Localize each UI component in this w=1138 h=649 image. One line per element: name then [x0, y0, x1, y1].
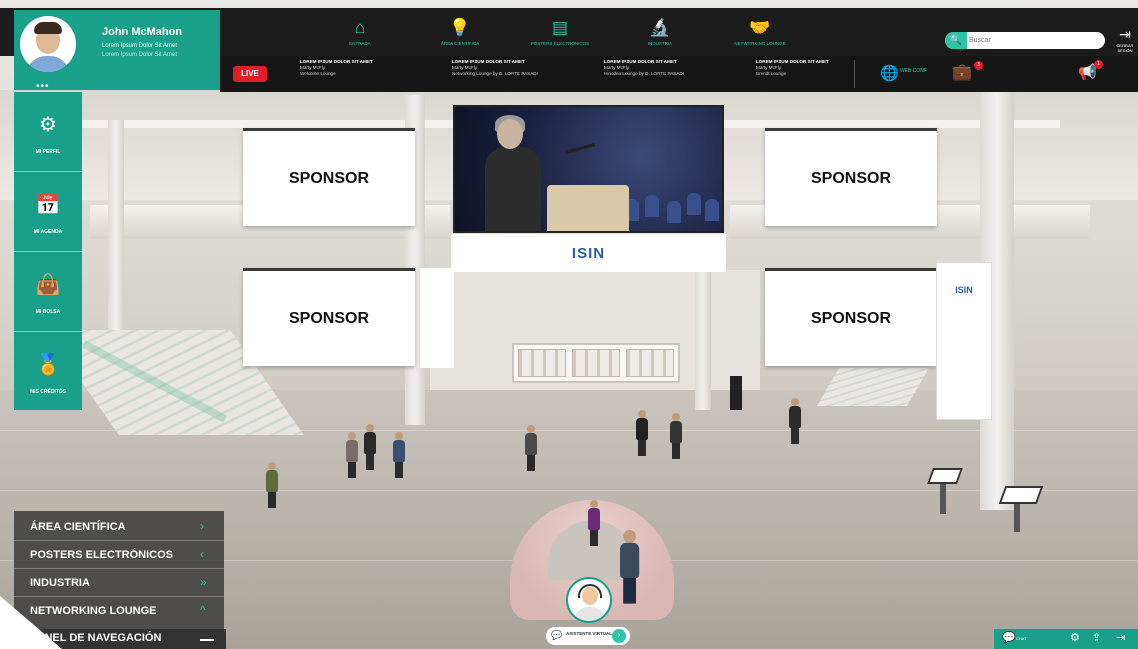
handshake-icon: 🤝: [749, 18, 771, 37]
sponsor-panel-1[interactable]: SPONSOR: [243, 128, 415, 226]
attendee: [393, 432, 405, 478]
chevron-right-icon: ›: [612, 629, 626, 643]
exit-icon[interactable]: ⇥: [1116, 631, 1125, 644]
chat-icon[interactable]: 💬: [1002, 631, 1016, 644]
live-sessions-list: LOREM IPSUM DOLOR SIT AMET Marty McFly W…: [300, 59, 876, 77]
receptionist: [588, 500, 600, 546]
nav-networking[interactable]: 🤝 NETWORKING LOUNGE: [730, 18, 790, 47]
nav-area-cientifica[interactable]: 💡 ÁREA CIENTÍFICA: [430, 18, 490, 47]
nav-panel-item-area-cientifica[interactable]: ÁREA CIENTÍFICA ›: [14, 513, 224, 541]
live-session[interactable]: LOREM IPSUM DOLOR SIT AMET Marty McFly H…: [604, 59, 724, 77]
virtual-assistant-button[interactable]: 💬 ASISTENTE VIRTUAL ›: [546, 627, 630, 645]
chevron-up-icon: ^: [200, 603, 206, 617]
bag-icon: 👜: [35, 274, 61, 296]
megaphone-count-badge: 1: [1094, 60, 1103, 69]
live-session[interactable]: LOREM IPSUM DOLOR SIT AMET Marty McFly W…: [300, 59, 420, 77]
user-subtitle: Lorem Ipsum Dolor Sit Amet: [102, 43, 178, 49]
info-kiosk: [730, 376, 742, 410]
kiosk-screen: [927, 468, 963, 484]
user-name: John McMahon: [102, 26, 183, 38]
sponsor-panel-4[interactable]: SPONSOR: [765, 268, 937, 366]
attendee: [525, 425, 537, 471]
nav-panel-item-industria[interactable]: INDUSTRIA »: [14, 569, 224, 597]
bottom-right-controls: 💬 CHAT ⚙ ⇪ ⇥: [994, 629, 1138, 649]
left-sidebar: ⚙ MI PERFIL 📅 MI AGENDA 👜 MI BOLSA 🏅 MIS…: [14, 92, 82, 410]
entrance-doors: [512, 343, 680, 383]
isin-logo-strip: ISIN: [451, 234, 726, 272]
globe-label: WEB CONF: [900, 68, 927, 74]
attendee: [670, 413, 682, 459]
live-session[interactable]: LOREM IPSUM DOLOR SIT AMET Marty McFly B…: [756, 59, 876, 77]
microscope-icon: 🔬: [649, 18, 671, 37]
more-dots-icon[interactable]: •••: [36, 81, 50, 92]
search-icon[interactable]: 🔍: [945, 32, 967, 49]
calendar-icon: 📅: [35, 194, 61, 216]
attendee: [364, 424, 376, 470]
chevron-right-icon: ›: [200, 519, 204, 533]
assistant-icon: 💬: [551, 630, 563, 640]
bag-count-badge: 3: [974, 61, 983, 70]
credits-icon: 🏅: [35, 354, 61, 376]
briefcase-icon[interactable]: 💼: [952, 62, 972, 82]
logout-button[interactable]: ⇥ CERRAR SESIÓN: [1112, 26, 1138, 53]
virtual-assistant-avatar[interactable]: [566, 577, 612, 627]
settings-icon[interactable]: ⚙: [1070, 631, 1080, 644]
sidebar-item-credits[interactable]: 🏅 MIS CRÉDITOS: [14, 332, 82, 412]
main-stage-screen[interactable]: [453, 105, 724, 233]
live-session[interactable]: LOREM IPSUM DOLOR SIT AMET Marty McFly N…: [452, 59, 572, 77]
attendee: [266, 462, 278, 508]
nav-posters[interactable]: ▤ PÓSTERS ELECTRÓNICOS: [530, 18, 590, 47]
kiosk-screen: [998, 486, 1044, 504]
attendee: [636, 410, 648, 456]
column: [695, 270, 711, 410]
attendee: [789, 398, 801, 444]
logout-icon: ⇥: [1119, 26, 1131, 42]
minimize-icon: [200, 639, 214, 641]
vertical-banner: ISIN: [936, 262, 992, 420]
attendee: [620, 530, 640, 604]
nav-panel-item-posters[interactable]: POSTERS ELECTRÓNICOS ‹: [14, 541, 224, 569]
lightbulb-icon: 💡: [449, 18, 471, 37]
chevron-left-icon: ‹: [200, 547, 204, 561]
poster-icon: ▤: [551, 18, 569, 37]
home-icon: ⌂: [354, 18, 366, 37]
user-subtitle: Lorem Ipsum Dolor Sit Amet: [102, 52, 178, 58]
double-chevron-icon: »: [200, 575, 207, 589]
assistant-label: ASISTENTE VIRTUAL: [566, 631, 613, 636]
sidebar-item-bag[interactable]: 👜 MI BOLSA: [14, 252, 82, 332]
search-input[interactable]: [969, 34, 1099, 47]
avatar[interactable]: [20, 16, 76, 72]
live-sessions-bar: LIVE LOREM IPSUM DOLOR SIT AMET Marty Mc…: [220, 56, 1138, 92]
chat-label: CHAT: [1016, 636, 1027, 641]
isin-logo: ISIN: [571, 244, 606, 262]
share-icon[interactable]: ⇪: [1092, 631, 1101, 644]
profile-icon: ⚙: [39, 114, 57, 136]
sidebar-item-agenda[interactable]: 📅 MI AGENDA: [14, 172, 82, 252]
user-card[interactable]: ••• John McMahon Lorem Ipsum Dolor Sit A…: [14, 10, 220, 92]
live-badge[interactable]: LIVE: [233, 66, 267, 82]
nav-entrada[interactable]: ⌂ ENTRADA: [330, 18, 390, 47]
attendee: [346, 432, 358, 478]
top-navigation: ⌂ ENTRADA 💡 ÁREA CIENTÍFICA ▤ PÓSTERS EL…: [330, 18, 790, 47]
search-box[interactable]: 🔍: [945, 32, 1105, 49]
sidebar-item-profile[interactable]: ⚙ MI PERFIL: [14, 92, 82, 172]
side-panel: [420, 268, 454, 368]
globe-icon[interactable]: 🌐: [880, 64, 899, 82]
nav-industria[interactable]: 🔬 INDUSTRIA: [630, 18, 690, 47]
sponsor-panel-2[interactable]: SPONSOR: [765, 128, 937, 226]
sponsor-panel-3[interactable]: SPONSOR: [243, 268, 415, 366]
